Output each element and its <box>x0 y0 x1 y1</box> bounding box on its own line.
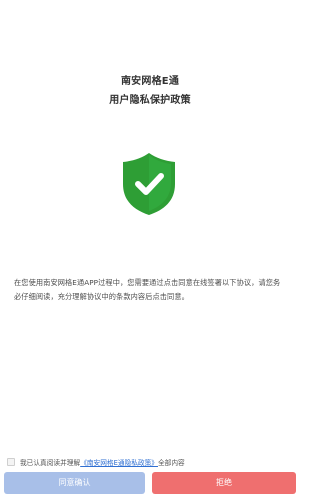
app-title: 南安网格E通 <box>120 76 180 87</box>
policy-description: 在您使用南安网格E通APP过程中，您需要通过点击同意在线签署以下协议，请您务必仔… <box>14 278 281 301</box>
agreement-row: 我已认真阅读并理解 《南安网格E通隐私政策》 全部内容 <box>7 456 185 468</box>
agree-checkbox[interactable] <box>7 458 15 466</box>
shield-check-icon <box>123 153 175 215</box>
privacy-policy-link[interactable]: 《南安网格E通隐私政策》 <box>80 457 158 467</box>
agree-prefix: 我已认真阅读并理解 <box>20 459 81 467</box>
agree-suffix: 全部内容 <box>157 459 185 467</box>
agree-confirm-button[interactable]: 同意确认 <box>4 472 145 494</box>
reject-button[interactable]: 拒绝 <box>152 472 296 494</box>
privacy-policy-screen: 南安网格E通 用户隐私保护政策 在您使用南安网格E通APP过程中，您需要通过点击… <box>0 0 300 500</box>
policy-title: 用户隐私保护政策 <box>109 95 191 106</box>
button-row: 同意确认 拒绝 <box>4 472 296 498</box>
footer: 我已认真阅读并理解 《南安网格E通隐私政策》 全部内容 同意确认 拒绝 <box>0 452 300 500</box>
